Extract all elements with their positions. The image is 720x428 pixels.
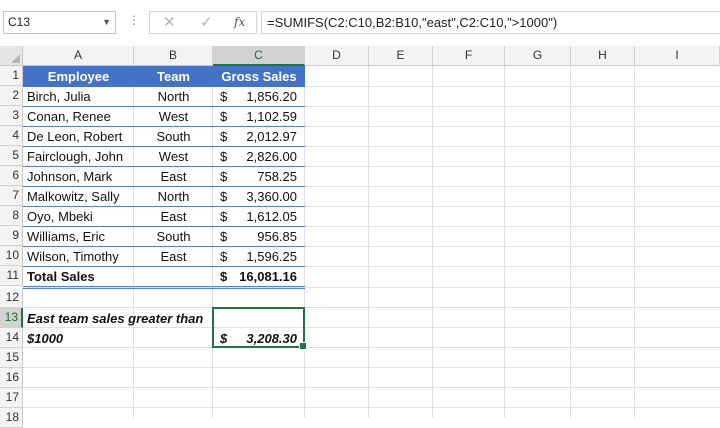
header-gross-sales[interactable]: Gross Sales: [213, 66, 305, 87]
result-label-line2[interactable]: $1000: [27, 329, 63, 349]
formula-buttons: ✕ ✓ fx: [149, 11, 257, 34]
row-header-4[interactable]: 4: [0, 126, 23, 146]
row-header-3[interactable]: 3: [0, 106, 23, 126]
row-header-17[interactable]: 17: [0, 388, 23, 408]
header-team[interactable]: Team: [134, 66, 213, 87]
grid-hline: [23, 407, 720, 408]
cell-team[interactable]: South: [134, 227, 213, 247]
column-header-c[interactable]: C: [213, 46, 305, 66]
cell-employee[interactable]: Oyo, Mbeki: [27, 207, 93, 227]
cell-amount[interactable]: 2,012.97: [213, 127, 297, 147]
row-header-1[interactable]: 1: [0, 66, 23, 86]
cell-employee[interactable]: Birch, Julia: [27, 87, 91, 107]
row-header-9[interactable]: 9: [0, 226, 23, 246]
cell-employee[interactable]: De Leon, Robert: [27, 127, 122, 147]
column-header-d[interactable]: D: [305, 46, 369, 66]
row-header-14[interactable]: 14: [0, 328, 23, 348]
fill-handle[interactable]: [299, 342, 307, 350]
total-double-border: [23, 288, 305, 289]
cell-amount[interactable]: 1,102.59: [213, 107, 297, 127]
row-header-7[interactable]: 7: [0, 186, 23, 206]
cell-employee[interactable]: Fairclough, John: [27, 147, 123, 167]
cell-team[interactable]: South: [134, 127, 213, 147]
row-header-5[interactable]: 5: [0, 146, 23, 166]
cell-team[interactable]: East: [134, 207, 213, 227]
cell-employee[interactable]: Williams, Eric: [27, 227, 105, 247]
cancel-icon[interactable]: ✕: [163, 13, 176, 31]
formula-bar: C13 ▼ ⋮ ✕ ✓ fx =SUMIFS(C2:C10,B2:B10,"ea…: [0, 0, 720, 46]
cell-team[interactable]: West: [134, 107, 213, 127]
row-header-11[interactable]: 11: [0, 266, 23, 286]
check-icon[interactable]: ✓: [200, 13, 213, 31]
cell-amount[interactable]: 1,856.20: [213, 87, 297, 107]
cell-amount[interactable]: 1,596.25: [213, 247, 297, 267]
cell-team[interactable]: North: [134, 187, 213, 207]
cell-grid[interactable]: [23, 66, 720, 418]
column-header-e[interactable]: E: [369, 46, 433, 66]
row-header-10[interactable]: 10: [0, 246, 23, 266]
grid-vline: [504, 66, 505, 418]
grid-vline: [570, 66, 571, 418]
row-header-13[interactable]: 13: [0, 308, 23, 328]
total-amount[interactable]: 16,081.16: [213, 267, 297, 287]
name-box-value: C13: [8, 15, 31, 29]
cell-team[interactable]: West: [134, 147, 213, 167]
column-header-a[interactable]: A: [23, 46, 134, 66]
cell-employee[interactable]: Malkowitz, Sally: [27, 187, 119, 207]
chevron-down-icon[interactable]: ▼: [102, 12, 111, 33]
cell-team[interactable]: East: [134, 247, 213, 267]
active-cell-selection[interactable]: [212, 307, 307, 350]
column-header-h[interactable]: H: [571, 46, 635, 66]
corner-triangle-icon: [11, 54, 20, 63]
grid-hline: [23, 387, 720, 388]
result-label-line1[interactable]: East team sales greater than: [27, 309, 203, 329]
grid-hline: [23, 347, 720, 348]
more-options-icon[interactable]: ⋮: [128, 13, 140, 27]
insert-function-icon[interactable]: fx: [234, 15, 245, 29]
cell-employee[interactable]: Conan, Renee: [27, 107, 111, 127]
column-header-i[interactable]: I: [635, 46, 720, 66]
cell-amount[interactable]: 956.85: [213, 227, 297, 247]
row-header-16[interactable]: 16: [0, 368, 23, 388]
row-header-8[interactable]: 8: [0, 206, 23, 226]
cell-team[interactable]: North: [134, 87, 213, 107]
row-header-12[interactable]: 12: [0, 288, 23, 308]
cell-amount[interactable]: 2,826.00: [213, 147, 297, 167]
row-header-6[interactable]: 6: [0, 166, 23, 186]
cell-amount[interactable]: 3,360.00: [213, 187, 297, 207]
total-label[interactable]: Total Sales: [27, 267, 95, 287]
column-header-g[interactable]: G: [505, 46, 571, 66]
cell-team[interactable]: East: [134, 167, 213, 187]
cell-amount[interactable]: 758.25: [213, 167, 297, 187]
formula-input[interactable]: =SUMIFS(C2:C10,B2:B10,"east",C2:C10,">10…: [261, 11, 720, 34]
grid-vline: [368, 66, 369, 418]
cell-employee[interactable]: Johnson, Mark: [27, 167, 112, 187]
grid-vline: [432, 66, 433, 418]
grid-hline: [23, 367, 720, 368]
row-header-2[interactable]: 2: [0, 86, 23, 106]
column-header-f[interactable]: F: [433, 46, 505, 66]
column-header-b[interactable]: B: [134, 46, 213, 66]
row-header-15[interactable]: 15: [0, 348, 23, 368]
cell-employee[interactable]: Wilson, Timothy: [27, 247, 119, 267]
header-employee[interactable]: Employee: [23, 66, 134, 87]
select-all-corner[interactable]: [0, 46, 23, 66]
name-box[interactable]: C13 ▼: [3, 11, 116, 34]
grid-vline: [634, 66, 635, 418]
grid-hline: [23, 307, 720, 308]
cell-amount[interactable]: 1,612.05: [213, 207, 297, 227]
row-header-18[interactable]: 18: [0, 408, 23, 428]
grid-vline: [304, 66, 305, 418]
